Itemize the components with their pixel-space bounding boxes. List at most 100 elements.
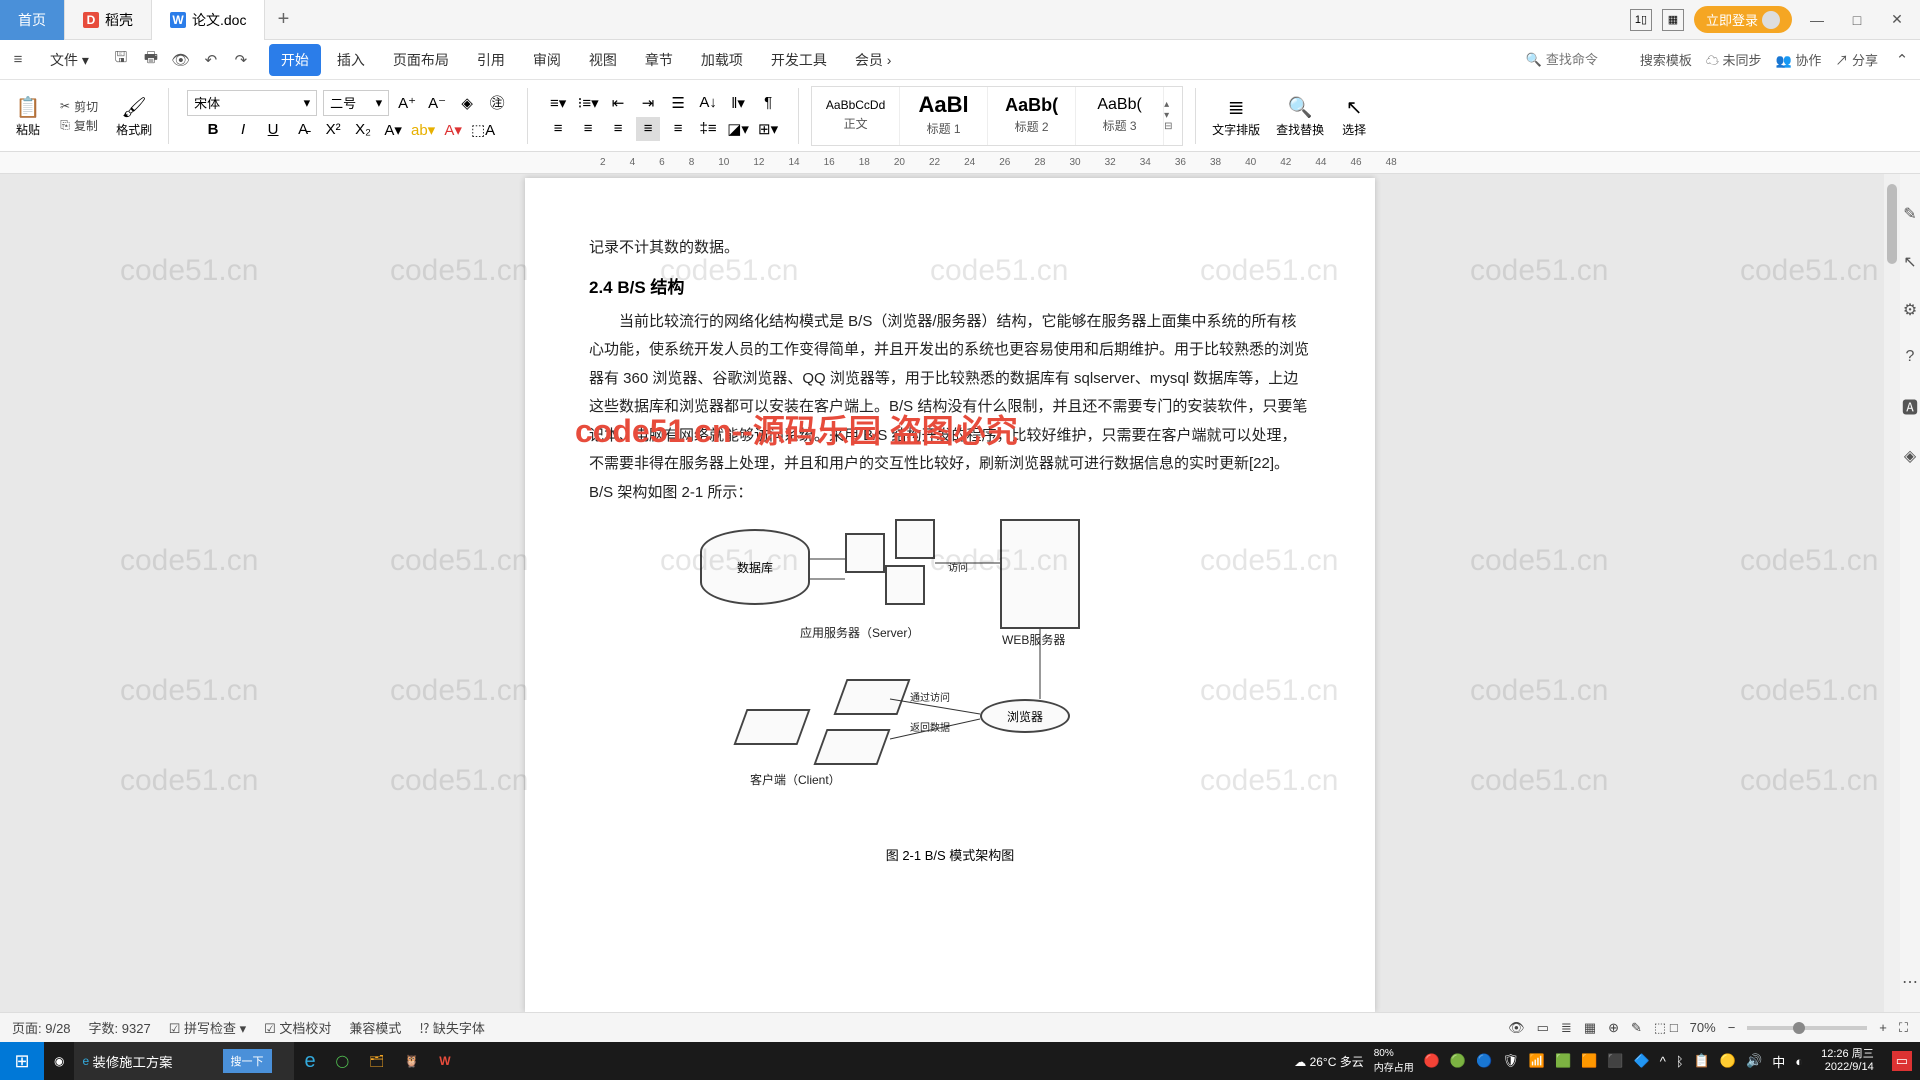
align-justify-button[interactable]: ≡ xyxy=(636,117,660,141)
close-button[interactable]: ✕ xyxy=(1882,6,1912,34)
style-heading1[interactable]: AaBl 标题 1 xyxy=(900,87,988,145)
tray-icon-1[interactable]: 🔴 xyxy=(1424,1053,1440,1069)
taskbar-search-input[interactable] xyxy=(93,1054,223,1069)
weather-widget[interactable]: ☁ 26°C 多云 xyxy=(1294,1053,1364,1070)
tab-home[interactable]: 首页 xyxy=(0,0,65,40)
menu-member[interactable]: 会员 › xyxy=(843,44,904,76)
view-page-icon[interactable]: ▭ xyxy=(1537,1020,1549,1036)
undo-icon[interactable]: ↶ xyxy=(201,50,221,70)
char-border-button[interactable]: ⬚A xyxy=(471,118,495,142)
bold-button[interactable]: B xyxy=(201,118,225,142)
tray-icon-4[interactable]: 🛡 xyxy=(1502,1053,1519,1069)
help-icon[interactable]: ? xyxy=(1906,348,1915,366)
superscript-button[interactable]: X² xyxy=(321,118,345,142)
notifications-icon[interactable]: ▭ xyxy=(1892,1051,1912,1071)
cut-button[interactable]: ✂ 剪切 xyxy=(60,98,98,115)
tray-icon-3[interactable]: 🔵 xyxy=(1476,1053,1492,1069)
font-name-select[interactable]: 宋体▾ xyxy=(187,90,317,116)
menu-addons[interactable]: 加载项 xyxy=(689,44,755,76)
coop-button[interactable]: 👥 协作 xyxy=(1776,50,1822,69)
status-proofing[interactable]: ☑ 文档校对 xyxy=(264,1018,331,1037)
tray-icon-8[interactable]: 🔷 xyxy=(1634,1053,1650,1069)
apps-grid-icon[interactable]: ▦ xyxy=(1662,9,1684,31)
tray-icon-6[interactable]: 🟧 xyxy=(1581,1053,1597,1069)
style-expand-icon[interactable]: ⊟ xyxy=(1164,121,1182,132)
translate-icon[interactable]: 🅰 xyxy=(1902,394,1918,418)
text-effects-button[interactable]: A▾ xyxy=(381,118,405,142)
style-heading2[interactable]: AaBb( 标题 2 xyxy=(988,87,1076,145)
asian-layout-button[interactable]: ☰ xyxy=(666,91,690,115)
tray-icon-9[interactable]: 📋 xyxy=(1694,1053,1710,1069)
share-button[interactable]: ↗ 分享 xyxy=(1835,50,1878,69)
fit-width-icon[interactable]: ⬚ □ xyxy=(1654,1020,1678,1036)
minimize-button[interactable]: — xyxy=(1802,6,1832,34)
taskbar-wps-icon[interactable]: W xyxy=(429,1042,460,1080)
increase-indent-button[interactable]: ⇥ xyxy=(636,91,660,115)
start-button[interactable]: ⊞ xyxy=(0,1042,44,1080)
memory-widget[interactable]: 80%内存占用 xyxy=(1374,1048,1414,1074)
sort-button[interactable]: A↓ xyxy=(696,91,720,115)
print-icon[interactable]: 🖶 xyxy=(141,50,161,70)
menu-chapter[interactable]: 章节 xyxy=(633,44,685,76)
zoom-percent[interactable]: 70% xyxy=(1690,1020,1716,1035)
maximize-button[interactable]: □ xyxy=(1842,6,1872,34)
style-heading3[interactable]: AaBb( 标题 3 xyxy=(1076,87,1164,145)
sync-status[interactable]: ☁ 未同步 xyxy=(1706,50,1762,69)
line-spacing-dropdown[interactable]: ‖▾ xyxy=(726,91,750,115)
vertical-scrollbar[interactable] xyxy=(1884,174,1900,1012)
tray-icon-5[interactable]: 🟩 xyxy=(1555,1053,1571,1069)
view-reading-icon[interactable]: ⊕ xyxy=(1608,1020,1619,1036)
tray-icon-2[interactable]: 🟢 xyxy=(1450,1053,1466,1069)
fullscreen-icon[interactable]: ⛶ xyxy=(1899,1020,1908,1036)
menu-page-layout[interactable]: 页面布局 xyxy=(381,44,461,76)
view-outline-icon[interactable]: ≣ xyxy=(1561,1020,1572,1036)
show-marks-button[interactable]: ¶ xyxy=(756,91,780,115)
sliders-icon[interactable]: ⚙ xyxy=(1903,300,1917,320)
taskbar-explorer-icon[interactable]: 🗂 xyxy=(359,1042,394,1080)
preview-icon[interactable]: 👁 xyxy=(171,50,191,70)
volume-icon[interactable]: 🔊 xyxy=(1746,1053,1762,1069)
status-page[interactable]: 页面: 9/28 xyxy=(12,1018,71,1037)
align-left-button[interactable]: ≡ xyxy=(546,117,570,141)
status-spellcheck[interactable]: ☑ 拼写检查 ▾ xyxy=(169,1018,246,1037)
zoom-slider[interactable] xyxy=(1747,1026,1867,1030)
zoom-out-button[interactable]: − xyxy=(1728,1020,1736,1035)
text-layout-button[interactable]: ≣ 文字排版 xyxy=(1208,91,1264,140)
taskbar-search-button[interactable]: 搜一下 xyxy=(223,1049,272,1073)
menu-view[interactable]: 视图 xyxy=(577,44,629,76)
font-color-button[interactable]: A▾ xyxy=(441,118,465,142)
taskbar-copilot-icon[interactable]: ◉ xyxy=(44,1042,74,1080)
tray-expand-icon[interactable]: ^ xyxy=(1660,1054,1666,1069)
tray-icon-11[interactable]: ◐ xyxy=(1795,1054,1803,1069)
pointer-icon[interactable]: ↖ xyxy=(1903,252,1916,272)
clear-format-icon[interactable]: ◈ xyxy=(455,91,479,115)
select-button[interactable]: ↖ 选择 xyxy=(1336,91,1372,140)
style-scroll-up-icon[interactable]: ▴ xyxy=(1164,99,1182,110)
align-distribute-button[interactable]: ≡ xyxy=(666,117,690,141)
taskbar-ie-icon[interactable]: e xyxy=(294,1042,325,1080)
status-compat[interactable]: 兼容模式 xyxy=(349,1018,401,1037)
redo-icon[interactable]: ↷ xyxy=(231,50,251,70)
align-right-button[interactable]: ≡ xyxy=(606,117,630,141)
format-painter-button[interactable]: 🖌 格式刷 xyxy=(112,91,156,140)
ruler[interactable]: 2468101214161820222426283032343638404244… xyxy=(0,152,1920,174)
paste-button[interactable]: 📋 粘贴 xyxy=(10,91,46,140)
tab-add-button[interactable]: + xyxy=(265,8,301,31)
eye-icon[interactable]: 👁 xyxy=(1508,1020,1525,1036)
line-spacing-button[interactable]: ‡≡ xyxy=(696,117,720,141)
borders-button[interactable]: ⊞▾ xyxy=(756,117,780,141)
taskbar-app1-icon[interactable]: ◯ xyxy=(326,1042,359,1080)
hamburger-icon[interactable]: ≡ xyxy=(8,50,28,70)
copy-button[interactable]: ⎘ 复制 xyxy=(60,117,98,134)
wifi-icon[interactable]: 📶 xyxy=(1529,1053,1545,1069)
bluetooth-icon[interactable]: ᛒ xyxy=(1676,1054,1684,1069)
more-icon[interactable]: ⋯ xyxy=(1902,972,1918,992)
command-search-input[interactable] xyxy=(1546,52,1626,67)
highlight-button[interactable]: ab▾ xyxy=(411,118,435,142)
menu-insert[interactable]: 插入 xyxy=(325,44,377,76)
compass-icon[interactable]: ◈ xyxy=(1904,446,1916,466)
template-search[interactable]: 搜索模板 xyxy=(1640,50,1692,69)
numbering-button[interactable]: ⁝≡▾ xyxy=(576,91,600,115)
status-word-count[interactable]: 字数: 9327 xyxy=(89,1018,151,1037)
tray-icon-10[interactable]: 🟡 xyxy=(1720,1053,1736,1069)
